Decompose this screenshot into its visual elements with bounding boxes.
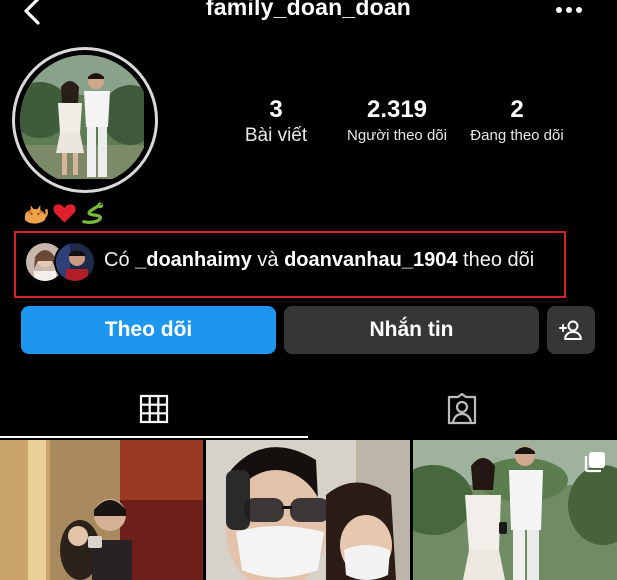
mutual-avatars (24, 241, 96, 285)
multiple-photos-icon (584, 452, 605, 473)
add-person-icon (559, 320, 582, 340)
following-label: Đang theo dõi (470, 127, 564, 144)
post-thumbnail-2[interactable] (206, 440, 410, 580)
profile-stats: 3 Bài viết 2.319 Người theo dõi 2 Đang t… (230, 96, 590, 156)
message-button[interactable]: Nhắn tin (284, 306, 539, 354)
profile-avatar (20, 55, 150, 185)
mutual-followers-text: Có _doanhaimy và doanvanhau_1904 theo dõ… (104, 249, 534, 272)
cat-icon (24, 205, 48, 224)
mutual-suffix: theo dõi (457, 249, 535, 271)
suggested-users-button[interactable] (547, 306, 595, 354)
posts-label: Bài viết (244, 125, 308, 146)
followers-count: 2.319 (366, 96, 428, 123)
mutual-user-1[interactable]: _doanhaimy (135, 249, 252, 271)
followers-label: Người theo dõi (347, 127, 447, 144)
mutual-middle: và (251, 249, 285, 271)
mutual-user-2[interactable]: doanvanhau_1904 (284, 249, 457, 271)
bio-emojis (22, 199, 107, 227)
profile-avatar-ring[interactable] (12, 47, 158, 193)
mutual-avatar-2 (54, 241, 96, 283)
post-thumbnail-1[interactable] (0, 440, 203, 580)
posts-grid (0, 440, 617, 580)
following-count: 2 (510, 96, 524, 123)
snake-icon (82, 202, 104, 224)
more-horizontal-icon (556, 7, 582, 13)
tagged-person-icon (447, 393, 477, 425)
following-stat[interactable]: 2 Đang theo dõi (458, 96, 576, 148)
tab-tagged[interactable] (308, 380, 616, 438)
tab-posts-grid[interactable] (0, 380, 308, 438)
followers-stat[interactable]: 2.319 Người theo dõi (336, 96, 458, 148)
mutual-followers-highlight[interactable]: Có _doanhaimy và doanvanhau_1904 theo dõ… (14, 231, 566, 298)
more-options-button[interactable] (555, 2, 583, 18)
active-tab-indicator (0, 436, 308, 438)
red-heart-icon (53, 204, 76, 223)
profile-username: family_doan_doan (205, 0, 412, 20)
follow-button[interactable]: Theo dõi (21, 306, 276, 354)
mutual-prefix: Có (104, 249, 136, 271)
posts-count-stat[interactable]: 3 Bài viết (230, 96, 322, 148)
posts-count: 3 (269, 96, 283, 123)
post-thumbnail-3[interactable] (413, 440, 617, 580)
profile-header: family_doan_doan (0, 0, 617, 30)
grid-icon (139, 394, 169, 424)
profile-tabs (0, 380, 617, 438)
